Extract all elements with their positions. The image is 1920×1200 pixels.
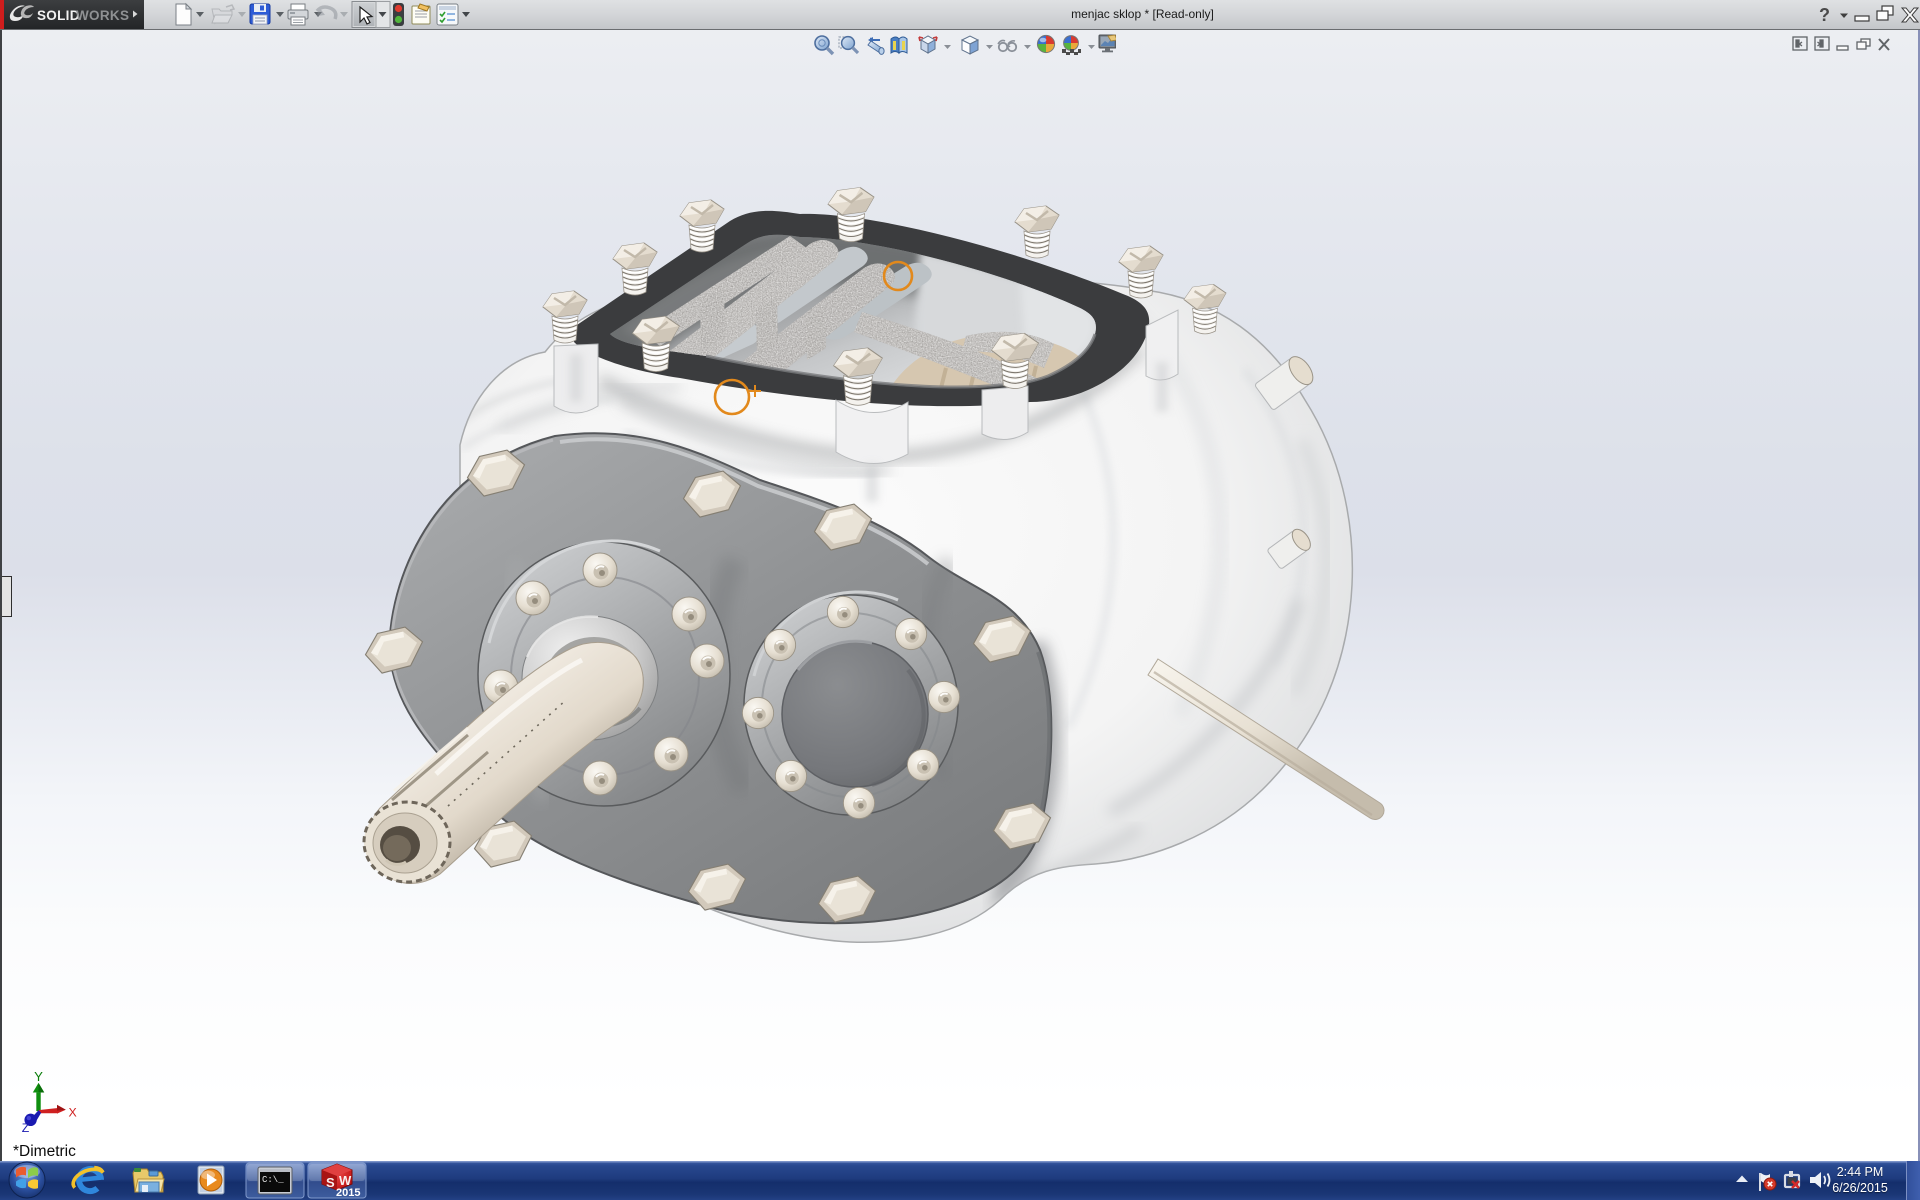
svg-text:Z: Z <box>22 1121 30 1135</box>
svg-text:Y: Y <box>34 1069 43 1084</box>
svg-text:X: X <box>68 1105 76 1119</box>
